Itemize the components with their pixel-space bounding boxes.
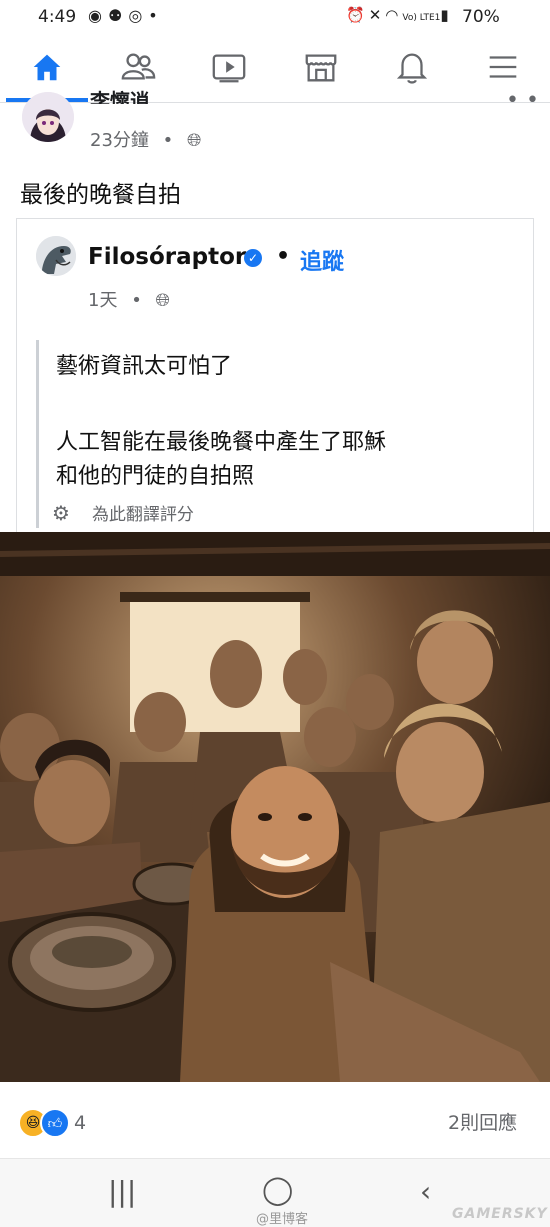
anime-avatar-image (22, 92, 74, 142)
reaction-count: 4 (74, 1112, 87, 1134)
quote-bar (36, 340, 39, 528)
status-time: 4:49 (38, 7, 77, 27)
shared-time: 1天 (88, 290, 118, 311)
status-bar: 4:49 ◉⚉◎• ⏰✕◠Vo) LTE1▮ 70% (0, 0, 550, 34)
comments-count[interactable]: 2則回應 (448, 1108, 517, 1135)
home-button-icon[interactable]: ◯ (262, 1173, 293, 1206)
marketplace-icon (305, 54, 337, 82)
rate-translation-button[interactable]: ⚙ 為此翻譯評分 (52, 500, 194, 525)
home-icon (33, 54, 61, 81)
globe-icon: 🌐︎ (187, 130, 202, 151)
sync-icon: ◎ (128, 6, 149, 25)
raptor-avatar-image (36, 236, 76, 276)
nav-watch[interactable] (194, 34, 264, 100)
post-photo[interactable] (0, 532, 550, 1082)
rate-translation-label: 為此翻譯評分 (91, 505, 194, 525)
watermark-weibo: @里博客 (256, 1212, 309, 1227)
top-nav (0, 34, 550, 103)
status-right-icons: ⏰✕◠Vo) LTE1▮ (346, 6, 453, 24)
avatar[interactable] (22, 92, 74, 142)
notifications-icon (396, 53, 428, 84)
shared-text-line-2: 人工智能在最後晚餐中產生了耶穌 (56, 430, 387, 455)
status-left-icons: ◉⚉◎• (88, 6, 164, 25)
recent-apps-icon[interactable]: ||| (108, 1175, 136, 1208)
shared-text-line-3: 和他的門徒的自拍照 (56, 464, 255, 489)
lte-icon: Vo) LTE1 (402, 13, 441, 23)
battery-level: 70% (462, 7, 500, 27)
group-icon: ⚉ (107, 6, 129, 25)
nav-marketplace[interactable] (286, 34, 356, 100)
shared-avatar[interactable] (36, 236, 76, 276)
wifi-icon: ◠ (385, 6, 403, 24)
mute-icon: ✕ (368, 6, 386, 24)
shared-text-line-1: 藝術資訊太可怕了 (56, 354, 233, 379)
shared-meta-separator: • (131, 290, 142, 311)
like-reaction-icon: 👍︎ (40, 1108, 70, 1138)
last-supper-selfie-image (0, 532, 550, 1082)
follow-button[interactable]: 追蹤 (300, 244, 344, 276)
gear-icon: ⚙ (52, 501, 70, 525)
post-text: 最後的晚餐自拍 (20, 182, 181, 208)
dot-icon: • (148, 6, 164, 25)
reactions-summary[interactable]: 😆 👍︎ 4 (18, 1108, 86, 1138)
post-time: 23分鐘 (90, 130, 149, 151)
messenger-icon: ◉ (88, 6, 108, 25)
nav-home[interactable] (12, 34, 82, 100)
more-options-icon[interactable]: • • (506, 88, 539, 113)
nav-notifications[interactable] (377, 34, 447, 100)
follow-separator: • (276, 244, 291, 269)
watch-icon (212, 54, 246, 83)
verified-badge-icon: ✓ (244, 249, 262, 267)
watermark-gamersky: GAMERSKY (452, 1206, 548, 1222)
globe-icon: 🌐︎ (155, 290, 170, 311)
shared-author-name[interactable]: Filosóraptor (88, 244, 246, 270)
menu-icon (489, 56, 517, 78)
meta-separator: • (162, 130, 174, 151)
post-meta: 23分鐘 • 🌐︎ (90, 126, 201, 152)
poster-name[interactable]: 李懷逍 (90, 90, 150, 104)
shared-meta: 1天 • 🌐︎ (88, 286, 170, 312)
back-icon[interactable]: ‹ (420, 1175, 431, 1208)
signal-icon: ▮ (440, 6, 453, 24)
alarm-icon: ⏰ (346, 6, 369, 24)
friends-icon (121, 53, 156, 80)
